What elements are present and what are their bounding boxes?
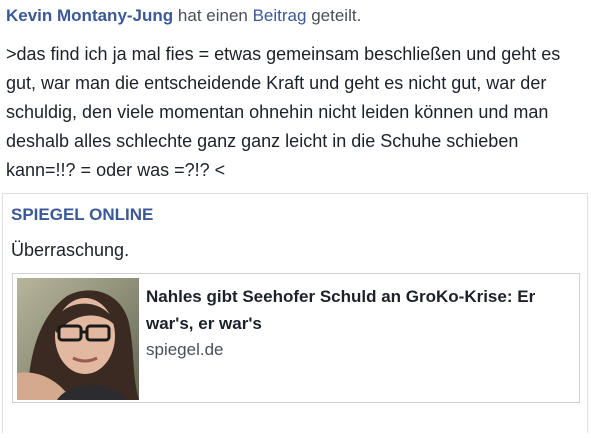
- post-link[interactable]: Beitrag: [253, 6, 307, 25]
- article-title[interactable]: Nahles gibt Seehofer Schuld an GroKo-Kri…: [146, 283, 571, 337]
- post-header: Kevin Montany-Jung hat einen Beitrag get…: [6, 4, 586, 28]
- shared-post-text: Überraschung.: [11, 240, 130, 260]
- link-preview-card[interactable]: Nahles gibt Seehofer Schuld an GroKo-Kri…: [12, 273, 580, 403]
- author-name-link[interactable]: Kevin Montany-Jung: [6, 6, 173, 25]
- shared-post: SPIEGEL ONLINE Überraschung. Nahles gibt…: [2, 193, 588, 433]
- article-domain: spiegel.de: [146, 340, 224, 359]
- source-page-name[interactable]: SPIEGEL ONLINE: [11, 204, 153, 226]
- article-thumbnail[interactable]: [17, 278, 139, 400]
- share-action-prefix: hat einen: [177, 6, 248, 25]
- portrait-image: [17, 278, 139, 400]
- post-body-text: >das find ich ja mal fies = etwas gemein…: [6, 44, 561, 180]
- share-action-suffix: geteilt.: [311, 6, 362, 25]
